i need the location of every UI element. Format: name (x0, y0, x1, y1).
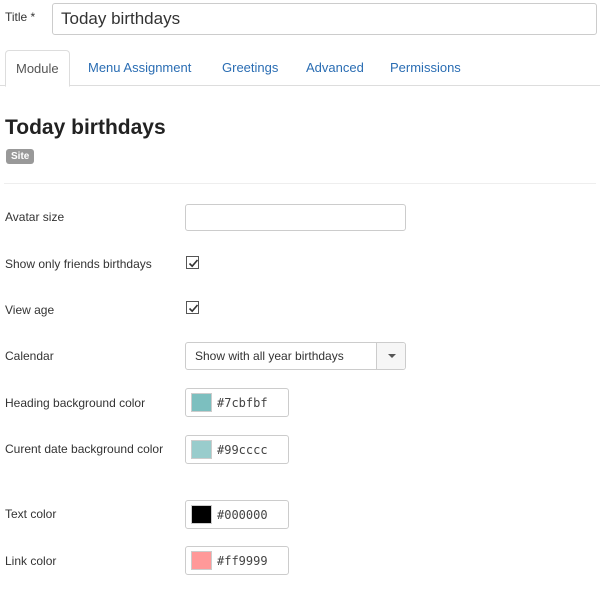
checkmark-icon (188, 304, 199, 313)
heading-bg-color-input[interactable]: #7cbfbf (185, 388, 289, 417)
friends-only-label: Show only friends birthdays (5, 257, 152, 271)
current-date-bg-value: #99cccc (217, 443, 268, 457)
avatar-size-input[interactable] (185, 204, 406, 231)
tab-bar: Module Menu Assignment Greetings Advance… (0, 50, 600, 87)
title-label: Title * (5, 10, 36, 24)
friends-only-checkbox[interactable] (186, 256, 199, 269)
checkmark-icon (188, 259, 199, 268)
text-color-swatch[interactable] (191, 505, 212, 524)
heading-bg-value: #7cbfbf (217, 396, 268, 410)
link-color-input[interactable]: #ff9999 (185, 546, 289, 575)
current-date-bg-label: Curent date background color (5, 442, 164, 456)
module-title: Today birthdays (5, 116, 166, 139)
link-color-label: Link color (5, 554, 57, 568)
tab-module[interactable]: Module (5, 50, 70, 87)
site-badge: Site (6, 149, 35, 164)
divider (4, 183, 596, 184)
title-input[interactable] (52, 3, 597, 35)
tab-permissions[interactable]: Permissions (380, 50, 471, 86)
link-color-value: #ff9999 (217, 554, 268, 568)
tab-menu-assignment[interactable]: Menu Assignment (78, 50, 201, 86)
current-date-bg-color-input[interactable]: #99cccc (185, 435, 289, 464)
tab-greetings[interactable]: Greetings (212, 50, 288, 86)
current-date-bg-swatch[interactable] (191, 440, 212, 459)
view-age-checkbox[interactable] (186, 301, 199, 314)
calendar-dropdown-button[interactable] (376, 343, 405, 369)
link-color-swatch[interactable] (191, 551, 212, 570)
calendar-select[interactable]: Show with all year birthdays (185, 342, 406, 370)
text-color-input[interactable]: #000000 (185, 500, 289, 529)
title-row: Title * (0, 0, 600, 40)
text-color-value: #000000 (217, 508, 268, 522)
heading-bg-swatch[interactable] (191, 393, 212, 412)
tab-advanced[interactable]: Advanced (296, 50, 374, 86)
text-color-label: Text color (5, 507, 57, 521)
heading-bg-label: Heading background color (5, 396, 146, 410)
calendar-select-value: Show with all year birthdays (195, 349, 344, 363)
caret-down-icon (388, 354, 396, 358)
calendar-label: Calendar (5, 349, 54, 363)
avatar-size-label: Avatar size (5, 210, 65, 224)
view-age-label: View age (5, 303, 55, 317)
